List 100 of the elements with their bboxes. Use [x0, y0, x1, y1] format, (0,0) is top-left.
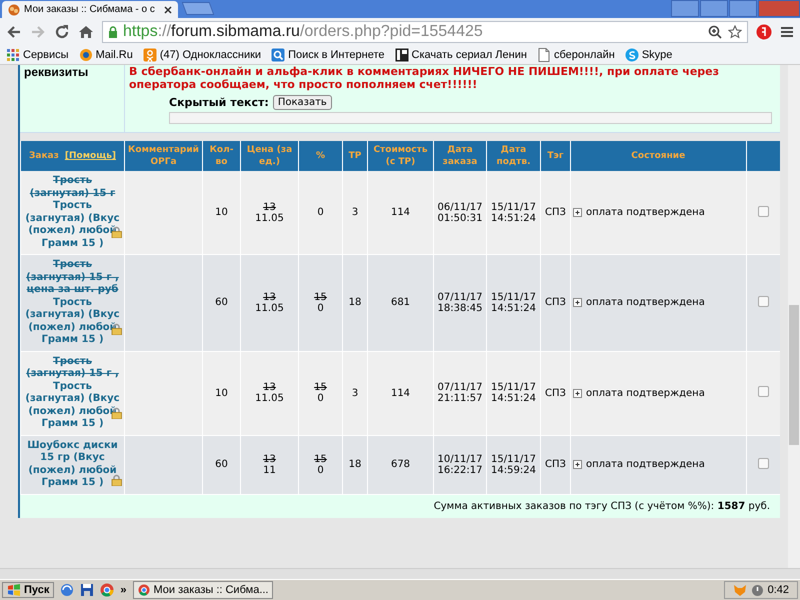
- show-button[interactable]: Показать: [272, 95, 332, 110]
- table-cell: 10: [202, 171, 240, 254]
- checkbox[interactable]: [758, 206, 769, 216]
- site-icon: [8, 4, 20, 16]
- ring-icon: [78, 48, 93, 62]
- search-icon: [271, 48, 286, 62]
- windows-flag-icon: [7, 584, 21, 596]
- star-icon[interactable]: [728, 25, 742, 39]
- checkbox[interactable]: [758, 296, 769, 307]
- date-text: 10/11/17 16:22:17: [436, 454, 484, 476]
- column-header: Цена (за ед.): [240, 141, 298, 171]
- table-cell: 678: [368, 435, 434, 494]
- start-button[interactable]: Пуск: [2, 582, 54, 598]
- bookmark-link[interactable]: Скачать сериал Ленин: [394, 48, 527, 62]
- scroll-thumb[interactable]: [789, 305, 799, 445]
- old-value: 13: [262, 292, 277, 303]
- vertical-scrollbar[interactable]: [788, 65, 800, 568]
- old-value: 15: [313, 292, 328, 303]
- table-cell: 114: [368, 171, 434, 254]
- apps-grid-icon: [6, 48, 20, 62]
- column-header: ТР: [342, 141, 368, 171]
- person-icon: [142, 48, 157, 62]
- taskbar-window-button[interactable]: Мои заказы :: Сибма...: [132, 581, 274, 599]
- old-value: 15: [313, 454, 328, 464]
- struck-product-link[interactable]: Трость (загнутая) 15 г , цена за шт. руб: [23, 259, 122, 296]
- column-header: Дата подтв.: [486, 141, 540, 171]
- table-cell: 681: [368, 254, 434, 351]
- table-cell-text: 11.05: [254, 302, 285, 314]
- new-tab-button[interactable]: [182, 2, 214, 15]
- column-header: Состояние: [570, 141, 746, 171]
- expand-icon[interactable]: [573, 460, 582, 469]
- checkbox[interactable]: [758, 458, 769, 468]
- zoom-icon[interactable]: [708, 25, 722, 39]
- extension-icon[interactable]: [756, 24, 772, 40]
- table-cell: СПЗ: [540, 171, 570, 254]
- clock-text: 0:42: [768, 584, 789, 596]
- date-text: 07/11/17 21:11:57: [436, 382, 484, 404]
- date-text: 15/11/17 14:51:24: [490, 202, 537, 224]
- menu-icon[interactable]: [780, 25, 794, 39]
- bookmark-link[interactable]: Поиск в Интернете: [271, 48, 385, 62]
- status-text: оплата подтверждена: [586, 459, 705, 470]
- table-cell-text: 0: [316, 302, 325, 314]
- reload-icon[interactable]: [54, 24, 70, 40]
- help-link[interactable]: [Помощь]: [64, 151, 116, 161]
- horizontal-scrollbar[interactable]: [0, 568, 800, 579]
- table-cell: СПЗ: [540, 435, 570, 494]
- date-text: 06/11/17 01:50:31: [436, 202, 484, 224]
- lock-icon: [108, 26, 118, 38]
- date-text: 15/11/17 14:59:24: [490, 454, 537, 476]
- table-cell-text: 0: [316, 464, 325, 476]
- status-text: оплата подтверждена: [586, 207, 705, 218]
- table-cell: 114: [368, 351, 434, 435]
- old-value: 15: [313, 382, 328, 393]
- table-cell-text: 11: [262, 464, 277, 476]
- browser-icon[interactable]: [60, 583, 74, 597]
- date-text: 15/11/17 14:51:24: [490, 382, 537, 404]
- bookmark-link[interactable]: сберонлайн: [536, 48, 615, 62]
- column-header: Кол-во: [202, 141, 240, 171]
- table-cell: СПЗ: [540, 254, 570, 351]
- chrome-icon: [138, 584, 150, 596]
- column-header: Тэг: [540, 141, 570, 171]
- table-cell: 60: [202, 435, 240, 494]
- expand-icon[interactable]: [573, 208, 582, 217]
- bookmark-link[interactable]: (47) Одноклассники: [142, 48, 262, 62]
- struck-product-link[interactable]: Трость (загнутая) 15 г ,: [23, 356, 122, 380]
- hidden-text-label: Скрытый текст:: [169, 96, 269, 109]
- table-cell: 18: [342, 254, 368, 351]
- close-icon[interactable]: [164, 6, 172, 14]
- struck-product-link[interactable]: Трость (загнутая) 15 г: [23, 175, 122, 200]
- bookmark-link[interactable]: Skype: [624, 48, 672, 62]
- page-icon: [536, 48, 551, 62]
- table-cell-text: 0: [316, 393, 325, 404]
- checkbox[interactable]: [758, 386, 769, 397]
- more-button[interactable]: »: [120, 584, 126, 596]
- old-value: 13: [262, 202, 277, 212]
- field-label: реквизиты: [23, 65, 90, 81]
- bookmark-link[interactable]: Сервисы: [6, 48, 69, 62]
- table-cell: 60: [202, 254, 240, 351]
- warning-text: В сбербанк-онлайн и альфа-клик в комментариях НИЧЕГО НЕ ПИШЕМ!!!!, при оплате через оператора сообщаем, что просто пополняем счет!!!!!!: [129, 65, 720, 91]
- power-icon[interactable]: [750, 584, 764, 596]
- bookmark-link[interactable]: Mail.Ru: [78, 48, 133, 62]
- table-cell-text: 11.05: [254, 393, 285, 404]
- date-text: 07/11/17 18:38:45: [436, 292, 484, 314]
- back-icon[interactable]: [6, 24, 22, 40]
- table-cell: 3: [342, 171, 368, 254]
- expand-icon[interactable]: [573, 298, 582, 308]
- old-value: 13: [262, 454, 277, 464]
- home-icon[interactable]: [78, 24, 94, 40]
- chrome-icon[interactable]: [100, 583, 114, 597]
- total-text: Сумма активных заказов по тэгу СПЗ (с учётом %%): 1587 руб.: [434, 500, 770, 512]
- status-text: оплата подтверждена: [586, 297, 705, 308]
- column-header: Стоимость (с ТР): [368, 141, 434, 171]
- status-text: оплата подтверждена: [586, 388, 705, 398]
- browser-tab[interactable]: Мои заказы :: Сибмама - о с: [2, 1, 178, 18]
- expand-icon[interactable]: [573, 388, 582, 398]
- column-header: Заказ: [28, 151, 59, 161]
- table-cell: 18: [342, 435, 368, 494]
- address-bar[interactable]: https://forum.sibmama.ru/orders.php?pid=1554425: [102, 21, 748, 43]
- column-header: Комментарий ОРГа: [124, 141, 202, 171]
- url-text: https://forum.sibmama.ru/orders.php?pid=1554425: [123, 23, 483, 41]
